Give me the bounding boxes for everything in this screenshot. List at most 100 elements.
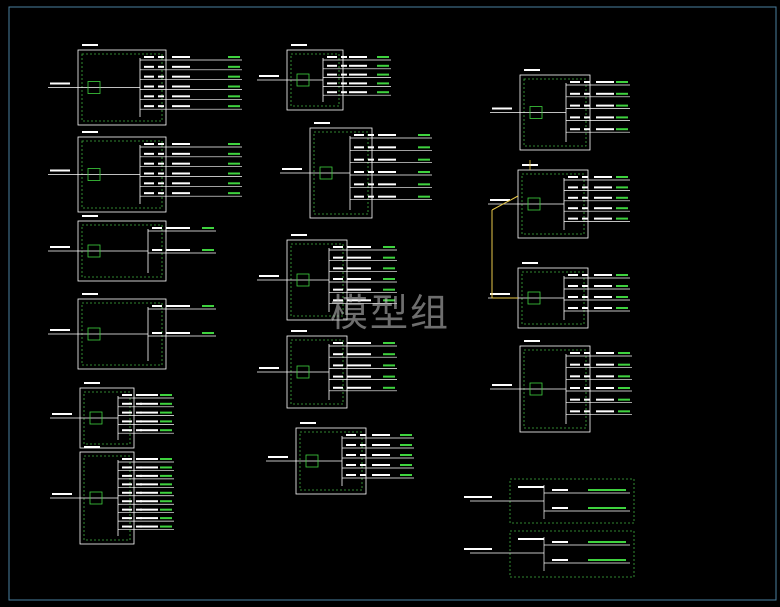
breaker-rating [341,64,347,67]
breaker-label [144,152,154,155]
circuit-tag [418,134,430,136]
breaker-label [568,207,578,210]
breaker-label [333,288,343,291]
panel-title [82,293,98,295]
circuit-tag [228,192,240,195]
circuit-tag [160,500,172,503]
cable-label [596,92,614,95]
breaker-rating [347,246,353,248]
cable-label [140,411,158,414]
circuit-tag [383,353,395,356]
breaker-label [122,411,132,414]
breaker-label [122,402,132,405]
cable-label [172,227,190,229]
cable-label [140,500,158,503]
cable-label [596,375,614,378]
breaker-label [144,172,154,175]
circuit-tag [228,152,240,155]
breaker-label [122,525,132,528]
circuit-tag [616,92,628,95]
feeder-label [259,367,279,369]
circuit-tag [616,207,628,210]
breaker-label [333,364,343,367]
breaker-label [570,363,580,366]
circuit-tag [383,288,395,291]
circuit-tag [383,375,395,378]
breaker-label [570,128,580,131]
cable-label [594,274,612,276]
breaker-label [570,352,580,354]
breaker-label [552,507,568,509]
panel-title [300,422,316,424]
cable-label [596,116,614,119]
circuit-tag [618,410,630,413]
circuit-tag [377,56,389,58]
breaker-rating [584,116,590,119]
panel-title [291,44,307,46]
breaker-label [144,105,154,108]
cable-label [353,386,371,389]
circuit-tag [160,466,172,469]
circuit-tag [202,332,214,334]
breaker-rating [582,196,588,199]
panel-title [84,446,100,448]
breaker-rating [584,398,590,401]
cable-label [172,332,190,334]
breaker-label [570,92,580,95]
circuit-tag [400,474,412,476]
cable-label [140,402,158,405]
circuit-tag [228,105,240,108]
cable-label [596,410,614,413]
circuit-tag [400,444,412,446]
cable-label [172,105,190,108]
cad-drawing-canvas [0,0,780,607]
cable-label [594,296,612,298]
breaker-rating [166,305,172,307]
breaker-label [152,249,162,251]
cable-label [594,176,612,178]
feeder-label [490,293,510,295]
feeder-label [259,75,279,77]
cable-label [349,82,367,85]
cable-label [140,420,158,423]
circuit-tag [228,65,240,68]
cable-label [353,256,371,259]
breaker-label [354,195,364,198]
circuit-tag [228,182,240,185]
cable-label [594,307,612,309]
breaker-rating [582,296,588,298]
breaker-label [568,176,578,178]
cable-label [596,387,614,389]
breaker-label [333,299,343,302]
circuit-tag [383,342,395,344]
cable-label [596,128,614,131]
breaker-rating [347,256,353,259]
circuit-tag [228,143,240,145]
breaker-rating [360,454,366,456]
breaker-label [144,95,154,98]
breaker-label [346,454,356,456]
cable-label [172,249,190,251]
cable-label [353,364,371,367]
circuit-tag [160,517,172,520]
circuit-tag [616,196,628,199]
circuit-tag [418,195,430,198]
breaker-rating [582,186,588,189]
circuit-tag [588,507,626,509]
breaker-label [152,305,162,307]
circuit-tag [616,128,628,131]
circuit-tag [202,227,214,229]
circuit-tag [160,483,172,486]
cable-label [596,104,614,107]
panel-title [82,44,98,46]
breaker-rating [360,434,366,436]
breaker-rating [341,91,347,94]
circuit-tag [616,104,628,107]
breaker-rating [584,375,590,378]
breaker-label [354,183,364,186]
breaker-label [152,227,162,229]
breaker-label [568,274,578,276]
cable-label [349,73,367,76]
circuit-tag [383,364,395,367]
box-title [518,486,544,488]
